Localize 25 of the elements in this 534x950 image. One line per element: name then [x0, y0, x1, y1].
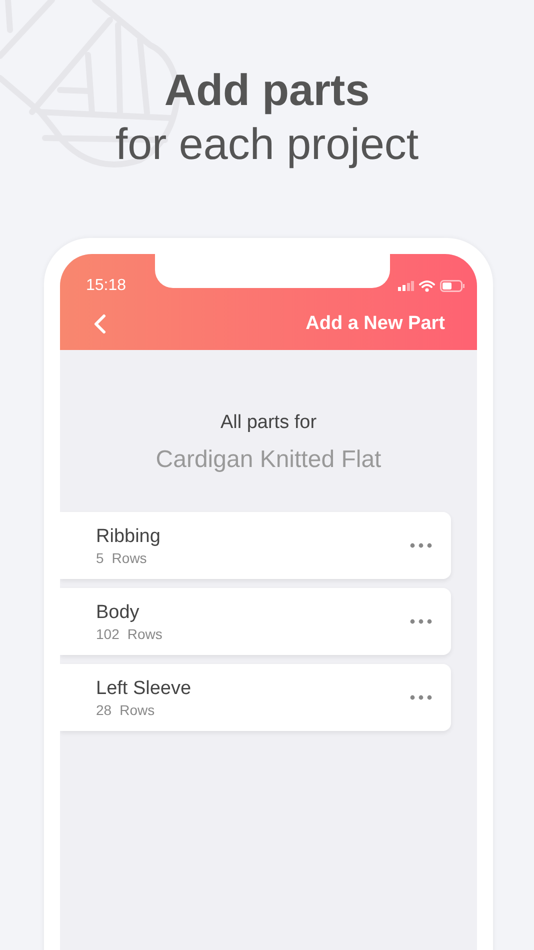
- row-count: 102: [96, 626, 120, 642]
- battery-icon: [440, 280, 465, 292]
- part-card[interactable]: Body 102 Rows: [60, 588, 451, 655]
- part-card[interactable]: Left Sleeve 28 Rows: [60, 664, 451, 731]
- part-name: Ribbing: [96, 526, 160, 548]
- row-unit: Rows: [112, 550, 147, 566]
- back-icon: [94, 314, 106, 334]
- more-icon[interactable]: [410, 543, 432, 548]
- part-name: Left Sleeve: [96, 678, 192, 700]
- project-name: Cardigan Knitted Flat: [154, 446, 382, 474]
- part-name: Body: [96, 602, 140, 624]
- headline-subtitle: for each project: [114, 119, 420, 171]
- row-count: 5: [96, 550, 104, 566]
- status-time: 15:18: [86, 277, 126, 295]
- more-icon[interactable]: [410, 619, 432, 624]
- row-unit: Rows: [127, 626, 162, 642]
- intro-label: All parts for: [219, 412, 318, 434]
- row-count: 28: [96, 702, 112, 718]
- nav-title: Add a New Part: [306, 313, 445, 335]
- wifi-icon: [419, 280, 435, 292]
- part-card[interactable]: Ribbing 5 Rows: [60, 512, 451, 579]
- signal-icon: [398, 281, 414, 291]
- row-unit: Rows: [120, 702, 155, 718]
- headline-title: Add parts: [163, 65, 371, 117]
- more-icon[interactable]: [410, 695, 432, 700]
